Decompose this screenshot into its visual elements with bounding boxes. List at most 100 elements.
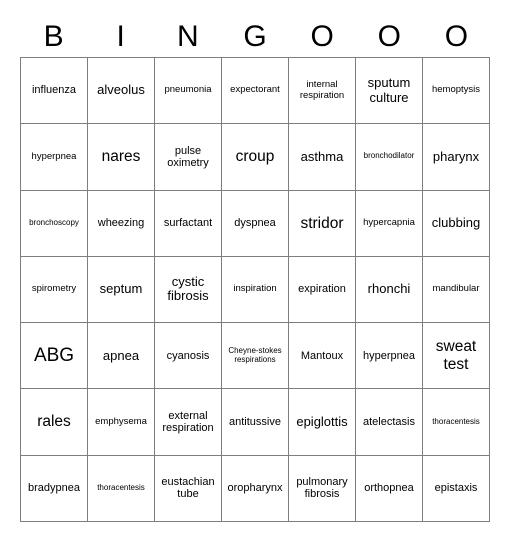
bingo-cell[interactable]: pharynx	[423, 124, 490, 191]
bingo-header-row: BINGOOO	[20, 18, 490, 56]
bingo-cell-label: inspiration	[233, 283, 277, 295]
bingo-cell[interactable]: internal respiration	[289, 58, 356, 125]
bingo-cell[interactable]: expiration	[289, 256, 356, 324]
bingo-cell[interactable]: bronchoscopy	[21, 190, 88, 257]
bingo-cell[interactable]: septum	[88, 256, 155, 324]
bingo-cell[interactable]: sweat test	[423, 323, 490, 390]
bingo-cell-label: alveolus	[97, 82, 145, 98]
bingo-cell-label: antitussive	[229, 415, 281, 428]
bingo-cell-label: thoracentesis	[432, 416, 480, 426]
bingo-cell[interactable]: hyperpnea	[21, 124, 88, 191]
bingo-cell-label: croup	[235, 148, 275, 166]
bingo-cell-label: hyperpnea	[31, 150, 77, 162]
bingo-cell[interactable]: external respiration	[155, 389, 222, 456]
bingo-cell[interactable]: cyanosis	[155, 323, 222, 390]
bingo-cell[interactable]: pulmonary fibrosis	[289, 455, 356, 522]
bingo-cell-label: expiration	[298, 283, 346, 296]
bingo-cell-label: sputum culture	[367, 75, 411, 105]
bingo-header-letter: G	[243, 20, 267, 53]
bingo-cell[interactable]: pulse oximetry	[155, 124, 222, 191]
bingo-cell-label: mandibular	[432, 283, 480, 295]
bingo-cell[interactable]: hyperpnea	[356, 323, 423, 390]
bingo-header-letter: B	[43, 20, 64, 53]
bingo-cell[interactable]: bronchodilator	[356, 124, 423, 191]
bingo-cell-label: wheezing	[97, 217, 145, 230]
bingo-cell[interactable]: apnea	[88, 323, 155, 390]
bingo-cell[interactable]: alveolus	[88, 58, 155, 125]
bingo-cell[interactable]: asthma	[289, 124, 356, 191]
bingo-cell[interactable]: expectorant	[222, 58, 289, 125]
bingo-grid: influenza alveolus pneumonia expectorant int…	[20, 57, 490, 522]
bingo-cell[interactable]: wheezing	[88, 190, 155, 257]
bingo-cell[interactable]: inspiration	[222, 256, 289, 324]
bingo-cell[interactable]: mandibular	[423, 256, 490, 324]
bingo-cell-label: eustachian tube	[161, 476, 215, 501]
bingo-cell-label: cystic fibrosis	[167, 273, 209, 304]
bingo-cell-label: oropharynx	[227, 482, 283, 495]
bingo-cell-label: sweat test	[435, 338, 477, 373]
bingo-cell-label: emphysema	[95, 415, 147, 427]
bingo-cell[interactable]: rhonchi	[356, 256, 423, 324]
bingo-cell[interactable]: clubbing	[423, 190, 490, 257]
bingo-cell[interactable]: pneumonia	[155, 58, 222, 125]
bingo-cell-label: pharynx	[432, 148, 480, 164]
bingo-cell[interactable]: surfactant	[155, 190, 222, 257]
bingo-cell[interactable]: emphysema	[88, 389, 155, 456]
bingo-cell[interactable]: spirometry	[21, 256, 88, 324]
bingo-cell-label: clubbing	[431, 214, 481, 230]
bingo-cell[interactable]: eustachian tube	[155, 455, 222, 522]
bingo-cell[interactable]: cystic fibrosis	[155, 256, 222, 324]
bingo-cell-label: hypercapnia	[363, 216, 415, 228]
bingo-card: B I N G O O O influenza alveolus pneumonia expect…	[0, 0, 511, 544]
bingo-cell[interactable]: epiglottis	[289, 389, 356, 456]
bingo-cell[interactable]: hemoptysis	[423, 58, 490, 125]
bingo-cell-label: influenza	[31, 84, 77, 97]
bingo-cell[interactable]: thoracentesis	[423, 389, 490, 456]
bingo-cell-label: asthma	[300, 148, 344, 164]
bingo-cell-label: pulmonary fibrosis	[296, 476, 348, 501]
bingo-cell[interactable]: ABG	[21, 323, 88, 390]
bingo-cell-label: atelectasis	[363, 415, 415, 428]
bingo-cell[interactable]: dyspnea	[222, 190, 289, 257]
bingo-cell[interactable]: nares	[88, 124, 155, 191]
bingo-cell-label: orthopnea	[364, 482, 414, 495]
bingo-cell[interactable]: sputum culture	[356, 58, 423, 125]
bingo-header-letter: I	[116, 20, 125, 53]
bingo-cell-label: epiglottis	[296, 413, 348, 429]
bingo-cell-label: internal respiration	[299, 79, 345, 101]
bingo-cell-label: stridor	[300, 214, 344, 232]
bingo-cell-label: bronchodilator	[363, 151, 415, 161]
bingo-cell[interactable]: Mantoux	[289, 323, 356, 390]
bingo-cell-label: hemoptysis	[431, 84, 481, 96]
bingo-cell-label: apnea	[102, 347, 140, 363]
bingo-cell-label: bronchoscopy	[29, 217, 79, 227]
bingo-cell[interactable]: bradypnea	[21, 455, 88, 522]
bingo-cell-label: bradypnea	[28, 482, 80, 495]
bingo-cell[interactable]: antitussive	[222, 389, 289, 456]
bingo-header-letter: N	[177, 20, 199, 53]
bingo-cell[interactable]: atelectasis	[356, 389, 423, 456]
bingo-cell[interactable]: hypercapnia	[356, 190, 423, 257]
bingo-cell[interactable]: influenza	[21, 58, 88, 125]
bingo-cell[interactable]: epistaxis	[423, 455, 490, 522]
bingo-cell-label: epistaxis	[434, 482, 478, 495]
bingo-cell[interactable]: thoracentesis	[88, 455, 155, 522]
bingo-cell-label: nares	[101, 148, 141, 166]
bingo-cell-label: dyspnea	[234, 217, 276, 230]
bingo-cell-label: septum	[99, 281, 143, 297]
bingo-cell-label: pulse oximetry	[167, 144, 209, 169]
bingo-cell-label: surfactant	[163, 217, 213, 230]
bingo-cell-label: Cheyne-stokes respirations	[228, 345, 282, 364]
bingo-cell[interactable]: Cheyne-stokes respirations	[222, 323, 289, 390]
bingo-cell[interactable]: croup	[222, 124, 289, 191]
bingo-cell[interactable]: stridor	[289, 190, 356, 257]
bingo-header-letter: O	[377, 20, 401, 53]
bingo-cell[interactable]: oropharynx	[222, 455, 289, 522]
bingo-cell-label: hyperpnea	[363, 349, 415, 362]
bingo-cell[interactable]: rales	[21, 389, 88, 456]
bingo-cell-label: Mantoux	[300, 349, 344, 362]
bingo-header-letter: O	[310, 20, 334, 53]
bingo-cell-label: ABG	[33, 345, 75, 367]
bingo-header-letter: O	[444, 20, 469, 53]
bingo-cell[interactable]: orthopnea	[356, 455, 423, 522]
